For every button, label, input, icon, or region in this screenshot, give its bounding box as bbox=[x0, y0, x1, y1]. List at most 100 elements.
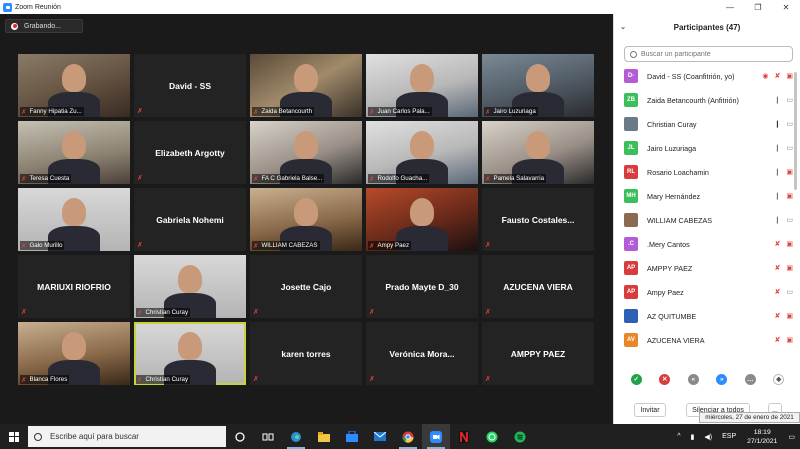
video-tile[interactable]: David - SS ✗ bbox=[134, 54, 246, 117]
participant-search[interactable] bbox=[624, 46, 793, 62]
mic-muted-icon[interactable]: ✘ bbox=[775, 288, 781, 296]
mic-icon[interactable]: ❙ bbox=[775, 120, 781, 128]
participant-row[interactable]: MH Mary Hernández ❙ ▣ bbox=[614, 184, 800, 208]
video-tile[interactable]: ✗ Pamela Salavarria bbox=[482, 121, 594, 184]
video-tile[interactable]: ✗ Galo Murillo bbox=[18, 188, 130, 251]
participant-row[interactable]: D- David - SS (Coanfitrión, yo) ◉ ✘ ▣ bbox=[614, 64, 800, 88]
video-tile[interactable]: Verónica Mora... ✗ bbox=[366, 322, 478, 385]
video-tile[interactable]: ✗ Ampy Paez bbox=[366, 188, 478, 251]
taskbar-search[interactable]: Escribe aquí para buscar bbox=[28, 426, 226, 447]
participant-row[interactable]: .C .Mery Cantos ✘ ▣ bbox=[614, 232, 800, 256]
camera-icon[interactable]: ▭ bbox=[786, 216, 793, 224]
maximize-button[interactable]: ❐ bbox=[744, 0, 772, 14]
cortana-icon[interactable] bbox=[226, 424, 254, 449]
netflix-icon[interactable] bbox=[450, 424, 478, 449]
video-tile[interactable]: ✗ Juan Carlos Pala... bbox=[366, 54, 478, 117]
video-tile[interactable]: Prado Mayte D_30 ✗ bbox=[366, 255, 478, 318]
more-reactions-icon[interactable]: … bbox=[744, 373, 756, 385]
go-faster-icon[interactable]: » bbox=[716, 373, 728, 385]
participant-row[interactable]: AZ QUITUMBE ✘ ▣ bbox=[614, 304, 800, 328]
video-tile[interactable]: ✗ Teresa Cuesta bbox=[18, 121, 130, 184]
video-tile[interactable]: AZUCENA VIERA ✗ bbox=[482, 255, 594, 318]
camera-off-icon[interactable]: ▣ bbox=[786, 240, 793, 248]
show-hidden-icon[interactable]: ^ bbox=[672, 433, 685, 440]
video-tile[interactable]: MARIUXI RIOFRIO ✗ bbox=[18, 255, 130, 318]
video-tile[interactable]: karen torres ✗ bbox=[250, 322, 362, 385]
store-icon[interactable] bbox=[338, 424, 366, 449]
camera-off-icon[interactable]: ▣ bbox=[786, 312, 793, 320]
participant-name: FA C Gabriela Balse... bbox=[261, 175, 323, 182]
notifications-icon[interactable]: ▭ bbox=[783, 433, 800, 441]
zoom-taskbar-icon[interactable] bbox=[422, 424, 450, 449]
participant-row[interactable]: RL Rosario Loachamin ❙ ▣ bbox=[614, 160, 800, 184]
no-icon[interactable]: ✕ bbox=[659, 373, 671, 385]
go-slower-icon[interactable]: « bbox=[687, 373, 699, 385]
system-clock[interactable]: 18:19 27/1/2021 bbox=[741, 428, 783, 446]
mic-icon[interactable]: ❙ bbox=[775, 144, 781, 152]
camera-icon[interactable]: ▭ bbox=[786, 96, 793, 104]
video-tile[interactable]: ✗ FA C Gabriela Balse... bbox=[250, 121, 362, 184]
yes-icon[interactable]: ✓ bbox=[630, 373, 642, 385]
camera-off-icon[interactable]: ▣ bbox=[786, 264, 793, 272]
clear-all-icon[interactable]: ◆ bbox=[773, 373, 785, 385]
camera-icon[interactable]: ▭ bbox=[786, 144, 793, 152]
mic-muted-icon[interactable]: ✘ bbox=[775, 264, 781, 272]
chevron-down-icon[interactable]: ⌄ bbox=[614, 23, 632, 31]
chrome-icon[interactable] bbox=[394, 424, 422, 449]
recording-icon[interactable]: ◉ bbox=[762, 72, 768, 80]
mic-icon[interactable]: ❙ bbox=[775, 168, 781, 176]
mic-muted-icon[interactable]: ✘ bbox=[775, 72, 781, 80]
mic-icon[interactable]: ❙ bbox=[775, 192, 781, 200]
camera-off-icon[interactable]: ▣ bbox=[786, 72, 793, 80]
edge-icon[interactable] bbox=[282, 424, 310, 449]
video-tile[interactable]: ✗ Fanny Hipatia Zu... bbox=[18, 54, 130, 117]
video-tile[interactable]: Gabriela Nohemi ✗ bbox=[134, 188, 246, 251]
mic-icon[interactable]: ❙ bbox=[775, 96, 781, 104]
mic-muted-icon: ✗ bbox=[485, 108, 491, 116]
video-tile[interactable]: ✗ Christian Curay bbox=[134, 322, 246, 385]
participant-row[interactable]: Christian Curay ❙ ▭ bbox=[614, 112, 800, 136]
language-indicator[interactable]: ESP bbox=[717, 433, 741, 440]
participant-name: Christian Curay bbox=[647, 119, 697, 129]
camera-off-icon[interactable]: ▣ bbox=[786, 336, 793, 344]
camera-icon[interactable]: ▭ bbox=[786, 288, 793, 296]
participant-row[interactable]: AP AMPPY PAEZ ✘ ▣ bbox=[614, 256, 800, 280]
camera-icon[interactable]: ▭ bbox=[786, 120, 793, 128]
participant-row[interactable]: JL Jairo Luzuriaga ❙ ▭ bbox=[614, 136, 800, 160]
invite-button[interactable]: Invitar bbox=[634, 403, 666, 417]
whatsapp-icon[interactable] bbox=[478, 424, 506, 449]
mic-muted-icon[interactable]: ✘ bbox=[775, 312, 781, 320]
file-explorer-icon[interactable] bbox=[310, 424, 338, 449]
spotify-icon[interactable] bbox=[506, 424, 534, 449]
mic-muted-icon[interactable]: ✘ bbox=[775, 240, 781, 248]
minimize-button[interactable]: — bbox=[716, 0, 744, 14]
mic-icon[interactable]: ❙ bbox=[775, 216, 781, 224]
network-icon[interactable]: ▮ bbox=[686, 433, 700, 441]
close-button[interactable]: ✕ bbox=[772, 0, 800, 14]
video-tile[interactable]: AMPPY PAEZ ✗ bbox=[482, 322, 594, 385]
mail-icon[interactable] bbox=[366, 424, 394, 449]
participant-list-scrollbar[interactable] bbox=[794, 72, 797, 190]
participant-row[interactable]: AV AZUCENA VIERA ✘ ▣ bbox=[614, 328, 800, 352]
participant-row[interactable]: ZB Zaida Betancourth (Anfitrión) ❙ ▭ bbox=[614, 88, 800, 112]
tile-name-label: ✗ Jairo Luzuriaga bbox=[484, 107, 538, 116]
video-tile[interactable]: Elizabeth Argotty ✗ bbox=[134, 121, 246, 184]
volume-icon[interactable]: ◀) bbox=[699, 433, 717, 441]
video-tile[interactable]: ✗ Blanca Flores bbox=[18, 322, 130, 385]
participant-search-input[interactable] bbox=[641, 50, 781, 58]
start-button[interactable] bbox=[0, 424, 28, 449]
video-tile[interactable]: ✗ WILLIAM CABEZAS bbox=[250, 188, 362, 251]
task-view-icon[interactable] bbox=[254, 424, 282, 449]
video-tile[interactable]: ✗ Rodolfo Guacha... bbox=[366, 121, 478, 184]
video-tile[interactable]: ✗ Christian Curay bbox=[134, 255, 246, 318]
video-tile[interactable]: ✗ Jairo Luzuriaga bbox=[482, 54, 594, 117]
participant-row[interactable]: AP Ampy Paez ✘ ▭ bbox=[614, 280, 800, 304]
video-tile[interactable]: ✗ Zaida Betancourth bbox=[250, 54, 362, 117]
camera-off-icon[interactable]: ▣ bbox=[786, 168, 793, 176]
video-tile[interactable]: Fausto Costales... ✗ bbox=[482, 188, 594, 251]
video-tile[interactable]: Josette Cajo ✗ bbox=[250, 255, 362, 318]
camera-off-icon[interactable]: ▣ bbox=[786, 192, 793, 200]
recording-indicator[interactable]: Grabando... bbox=[5, 19, 83, 33]
participant-row[interactable]: WILLIAM CABEZAS ❙ ▭ bbox=[614, 208, 800, 232]
mic-muted-icon[interactable]: ✘ bbox=[775, 336, 781, 344]
